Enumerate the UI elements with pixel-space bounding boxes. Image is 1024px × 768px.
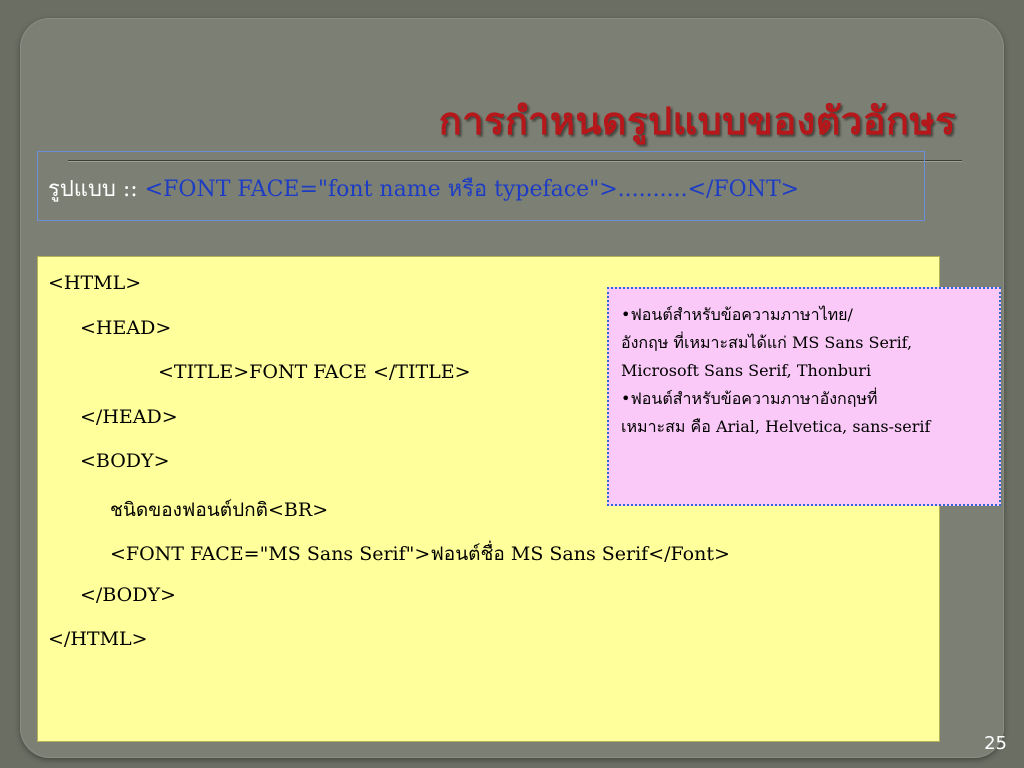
normal-font-text: ชนิดของฟอนต์ปกติ [110, 499, 268, 521]
note-line: •ฟอนต์สำหรับข้อความภาษาไทย/ [621, 305, 853, 324]
br-tag: <BR> [268, 499, 329, 521]
code-line-body-open: <BODY> [80, 450, 170, 472]
font-note-box: •ฟอนต์สำหรับข้อความภาษาไทย/ อังกฤษ ที่เห… [607, 287, 1001, 506]
format-label: รูปแบบ :: [48, 177, 145, 202]
note-line: อังกฤษ ที่เหมาะสมได้แก่ MS Sans Serif, [621, 333, 913, 352]
code-line-head-open: <HEAD> [80, 317, 172, 339]
font-face-close-tag: MS Sans Serif</Font> [504, 543, 730, 565]
page-number: 25 [984, 733, 1007, 754]
code-line-title: <TITLE>FONT FACE </TITLE> [158, 361, 471, 383]
code-line-font-face: <FONT FACE="MS Sans Serif">ฟอนต์ชื่อ MS … [110, 539, 730, 569]
code-line-html-close: </HTML> [48, 628, 148, 650]
code-line-normal-font: ชนิดของฟอนต์ปกติ<BR> [110, 495, 328, 525]
slide-title: การกำหนดรูปแบบของตัวอักษร [438, 99, 956, 143]
format-box: รูปแบบ :: <FONT FACE="font name หรือ typ… [37, 151, 925, 221]
font-face-open-tag: <FONT FACE="MS Sans Serif"> [110, 543, 431, 565]
code-line-head-close: </HEAD> [80, 406, 178, 428]
note-line: Microsoft Sans Serif, Thonburi [621, 361, 872, 380]
code-line-body-close: </BODY> [80, 584, 176, 606]
format-syntax: <FONT FACE="font name หรือ typeface">...… [144, 177, 800, 202]
note-line: เหมาะสม คือ Arial, Helvetica, sans-serif [621, 417, 931, 436]
code-line-html-open: <HTML> [48, 272, 142, 294]
font-name-text: ฟอนต์ชื่อ [430, 543, 505, 565]
note-line: •ฟอนต์สำหรับข้อความภาษาอังกฤษที่ [621, 389, 878, 408]
